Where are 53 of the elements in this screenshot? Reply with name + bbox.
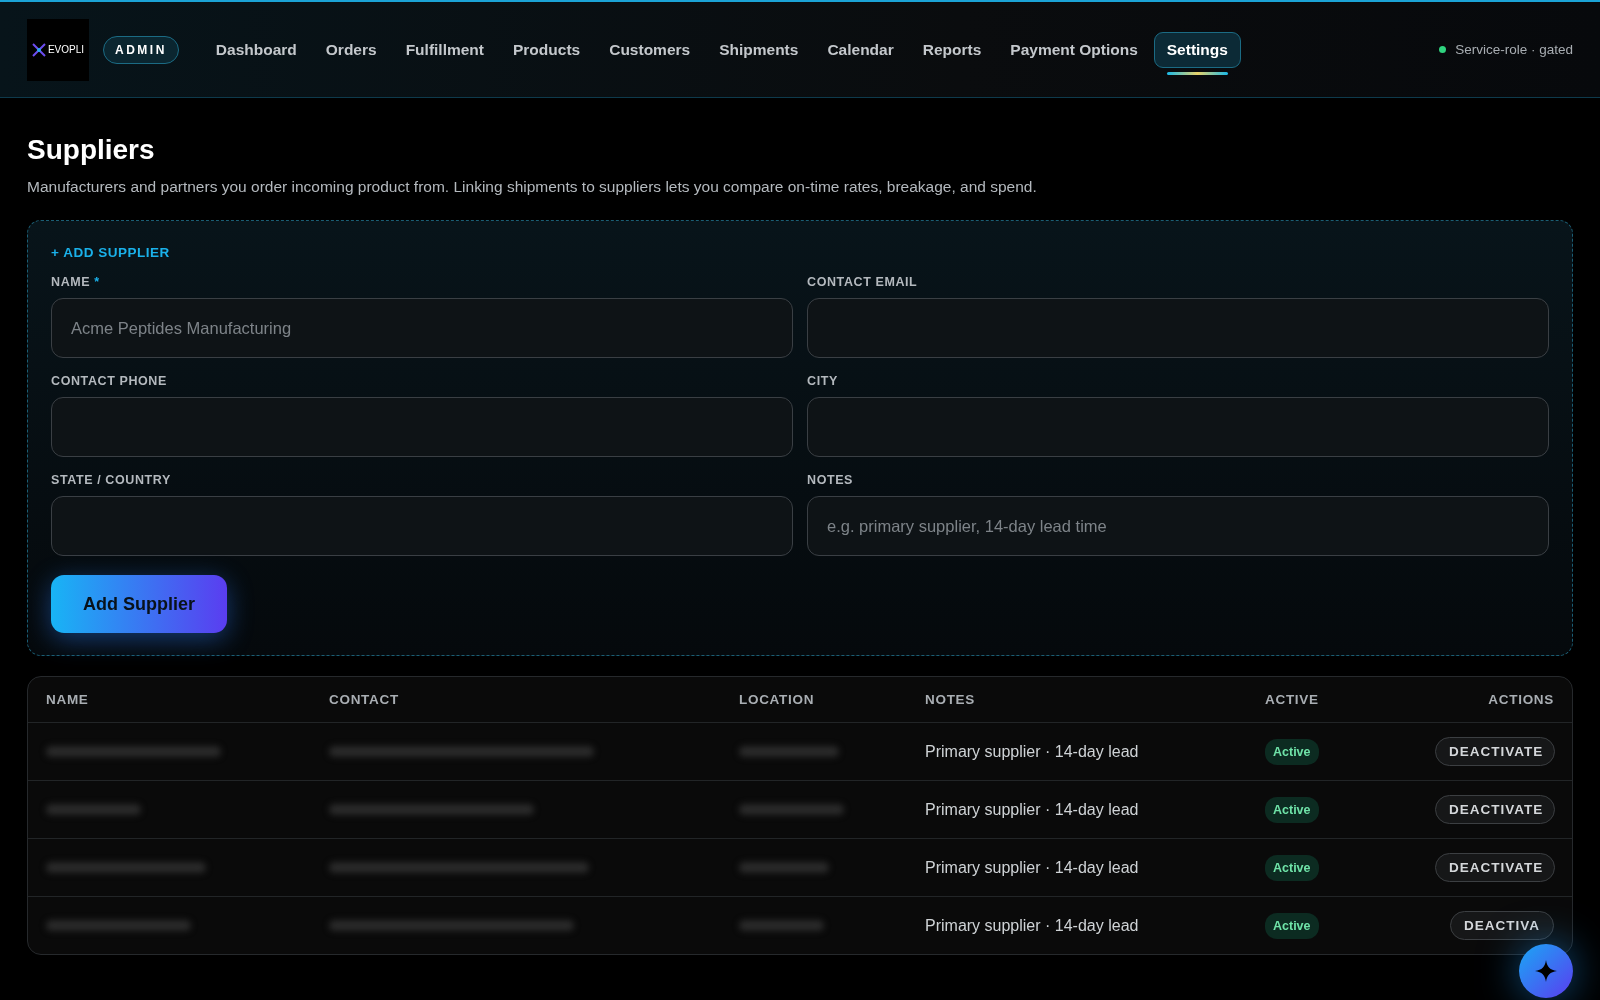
field-label: CITY xyxy=(807,374,838,388)
nav-tab[interactable]: Calendar xyxy=(814,31,907,68)
input-field[interactable] xyxy=(51,496,793,556)
nav-tab[interactable]: Products xyxy=(500,31,594,68)
status-text: Service-role · gated xyxy=(1455,42,1573,57)
status-badge: Active xyxy=(1265,796,1319,823)
page-title: Suppliers xyxy=(27,134,156,166)
status-badge: Active xyxy=(1265,912,1319,939)
column-header: CONTACT xyxy=(329,692,400,707)
column-header: NAME xyxy=(46,692,90,707)
input-field[interactable]: Acme Peptides Manufacturing xyxy=(51,298,793,358)
deactivate-button[interactable]: DEACTIVATE xyxy=(1435,853,1555,882)
assistant-button[interactable] xyxy=(1519,944,1573,998)
form-heading: + ADD SUPPLIER xyxy=(51,245,170,260)
table-cell-text: Primary supplier · 14-day lead xyxy=(925,916,1140,935)
column-header: ACTIVE xyxy=(1265,692,1320,707)
nav-tab[interactable]: Shipments xyxy=(706,31,812,68)
column-header: ACTIONS xyxy=(1487,692,1554,707)
nav-tab[interactable]: Customers xyxy=(596,31,704,68)
nav-tab[interactable]: Payment Options xyxy=(997,31,1151,68)
table-cell-text: Primary supplier · 14-day lead xyxy=(925,800,1140,819)
logo[interactable]: EVOPLI xyxy=(27,18,89,81)
logo-icon xyxy=(31,42,46,57)
role-badge: ADMIN xyxy=(103,35,179,64)
logo-wordmark: EVOPLI xyxy=(47,44,85,55)
deactivate-button[interactable]: DEACTIVATE xyxy=(1435,795,1555,824)
field-label: STATE / COUNTRY xyxy=(51,473,171,487)
sparkle-icon xyxy=(1535,960,1557,982)
field-label: CONTACT PHONE xyxy=(51,374,167,388)
input-field[interactable] xyxy=(807,397,1549,457)
column-header: NOTES xyxy=(925,692,976,707)
nav-tab[interactable]: Fulfillment xyxy=(392,31,497,68)
field-label: NOTES xyxy=(807,473,854,487)
field-label: NAME xyxy=(51,275,91,289)
deactivate-button[interactable]: DEACTIVA xyxy=(1450,911,1554,940)
nav-tab[interactable]: Dashboard xyxy=(202,31,310,68)
required-mark: * xyxy=(94,275,100,289)
add-supplier-button[interactable]: Add Supplier xyxy=(51,575,227,633)
active-tab-indicator xyxy=(1166,71,1228,75)
field-label: CONTACT EMAIL xyxy=(807,275,918,289)
status-badge: Active xyxy=(1265,854,1319,881)
table-cell-text: Primary supplier · 14-day lead xyxy=(925,858,1140,877)
input-field[interactable]: e.g. primary supplier, 14-day lead time xyxy=(807,496,1549,556)
deactivate-button[interactable]: DEACTIVATE xyxy=(1435,737,1555,766)
status-dot-icon xyxy=(1439,46,1447,53)
table-cell-text: Primary supplier · 14-day lead xyxy=(925,742,1140,761)
page-description: Manufacturers and partners you order incoming product from. Linking shipments to suppliers lets you compare on-time rates, breakage, and spend. xyxy=(27,178,1038,196)
nav-tab[interactable]: Orders xyxy=(312,31,390,68)
input-field[interactable] xyxy=(51,397,793,457)
column-header: LOCATION xyxy=(739,692,816,707)
input-field[interactable] xyxy=(807,298,1549,358)
nav-tab[interactable]: Reports xyxy=(909,31,995,68)
status-badge: Active xyxy=(1265,738,1319,765)
